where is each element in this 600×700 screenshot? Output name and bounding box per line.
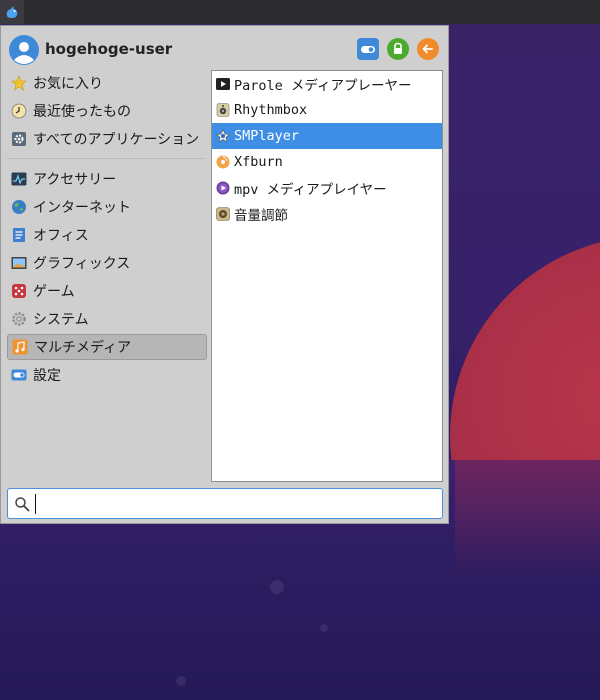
app-volume-control[interactable]: 音量調節	[212, 201, 442, 227]
search-box[interactable]	[7, 488, 443, 519]
app-label: Rhythmbox	[234, 102, 308, 118]
category-label: アクセサリー	[33, 172, 117, 188]
category-label: オフィス	[33, 228, 89, 244]
category-separator	[7, 158, 205, 159]
category-games[interactable]: ゲーム	[7, 278, 207, 304]
xfce-mouse-icon	[6, 6, 18, 18]
picture-icon	[11, 255, 27, 271]
category-label: マルチメディア	[34, 340, 132, 356]
search-icon	[15, 497, 30, 512]
lock-icon	[394, 42, 402, 54]
category-system[interactable]: システム	[7, 306, 207, 332]
search-input[interactable]	[34, 491, 438, 517]
app-smplayer[interactable]: SMPlayer	[212, 123, 442, 149]
system-gear-icon	[11, 311, 27, 327]
app-label: SMPlayer	[234, 128, 300, 144]
globe-icon	[11, 199, 27, 215]
wallpaper-bokeh	[176, 676, 186, 686]
wallpaper-bokeh	[270, 580, 284, 594]
category-graphics[interactable]: グラフィックス	[7, 250, 207, 276]
play-icon	[216, 77, 230, 91]
category-label: ゲーム	[33, 284, 75, 300]
clock-icon	[11, 103, 27, 119]
app-label: Xfburn	[234, 154, 283, 170]
top-panel	[0, 0, 600, 24]
category-settings[interactable]: 設定	[7, 362, 207, 388]
app-mpv[interactable]: mpv メディアプレイヤー	[212, 175, 442, 201]
category-label: 設定	[33, 368, 61, 384]
wallpaper-reflection	[455, 460, 600, 580]
category-label: 最近使ったもの	[33, 104, 131, 120]
category-office[interactable]: オフィス	[7, 222, 207, 248]
category-multimedia[interactable]: マルチメディア	[7, 334, 207, 360]
category-label: システム	[33, 312, 89, 328]
category-all-applications[interactable]: すべてのアプリケーション	[7, 126, 207, 152]
disc-icon	[216, 155, 230, 169]
app-xfburn[interactable]: Xfburn	[212, 149, 442, 175]
arrow-left-icon	[422, 44, 433, 54]
app-label: Parole メディアプレーヤー	[234, 78, 412, 94]
application-menu: hogehoge-user お気に入り 最近使ったもの すべてのアプリケーション…	[0, 25, 449, 524]
toggle-icon	[361, 46, 375, 53]
app-rhythmbox[interactable]: Rhythmbox	[212, 97, 442, 123]
category-list: お気に入り 最近使ったもの すべてのアプリケーション アクセサリー インターネッ…	[7, 70, 207, 390]
app-parole[interactable]: Parole メディアプレーヤー	[212, 71, 442, 97]
category-accessories[interactable]: アクセサリー	[7, 166, 207, 192]
speaker-icon	[216, 103, 230, 117]
app-label: mpv メディアプレイヤー	[234, 182, 387, 198]
menu-header: hogehoge-user	[7, 34, 443, 65]
category-label: お気に入り	[33, 76, 103, 92]
category-label: インターネット	[33, 200, 131, 216]
application-list: Parole メディアプレーヤー Rhythmbox SMPlayer Xfbu…	[211, 70, 443, 482]
category-recent[interactable]: 最近使ったもの	[7, 98, 207, 124]
category-label: すべてのアプリケーション	[33, 132, 200, 148]
whisker-menu-button[interactable]	[0, 0, 24, 24]
app-label: 音量調節	[234, 208, 288, 224]
mpv-icon	[216, 181, 230, 195]
category-label: グラフィックス	[33, 256, 131, 272]
document-icon	[11, 227, 27, 243]
category-favorites[interactable]: お気に入り	[7, 70, 207, 96]
music-note-icon	[12, 339, 28, 355]
lock-screen-button[interactable]	[387, 38, 409, 60]
avatar	[9, 35, 39, 65]
username-label: hogehoge-user	[45, 40, 173, 58]
logout-button[interactable]	[417, 38, 439, 60]
settings-button[interactable]	[357, 38, 379, 60]
smplayer-icon	[216, 129, 230, 143]
category-internet[interactable]: インターネット	[7, 194, 207, 220]
accessories-icon	[11, 171, 27, 187]
text-cursor	[35, 494, 36, 514]
star-icon	[11, 75, 27, 91]
gear-icon	[11, 131, 27, 147]
settings-toggle-icon	[11, 367, 27, 383]
wallpaper-bokeh	[320, 624, 328, 632]
volume-icon	[216, 207, 230, 221]
dice-icon	[11, 283, 27, 299]
